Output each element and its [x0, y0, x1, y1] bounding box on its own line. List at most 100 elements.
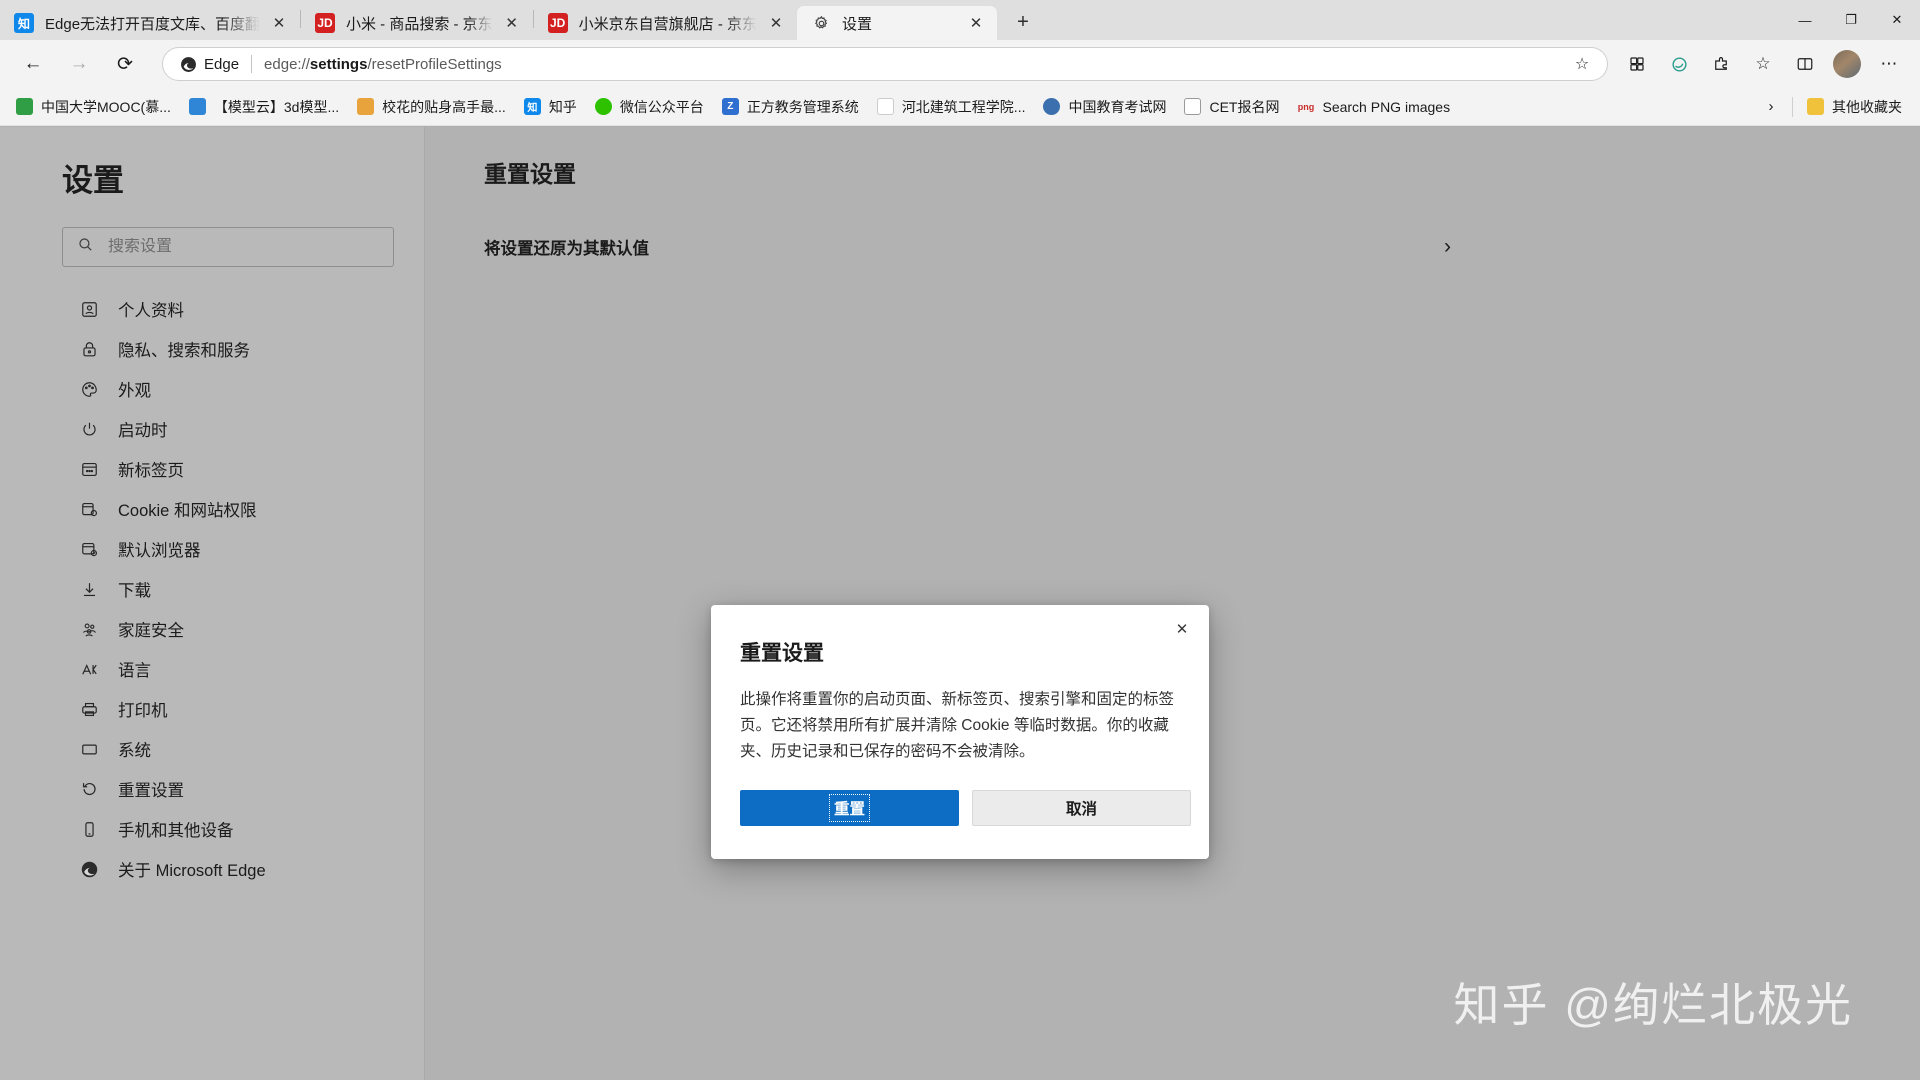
sidebar-item-languages[interactable]: 语言 [0, 649, 424, 689]
bookmark-item[interactable]: png Search PNG images [1289, 93, 1458, 121]
default-browser-icon [78, 538, 100, 560]
profile-icon [78, 298, 100, 320]
cancel-button[interactable]: 取消 [972, 790, 1191, 826]
more-icon[interactable]: ⋯ [1870, 45, 1908, 83]
bookmark-item[interactable]: 微信公众平台 [587, 93, 712, 121]
settings-nav-list: 个人资料 隐私、搜索和服务 外观 启动时 新标签页 Cookie 和网站权限 默… [0, 289, 424, 889]
sidebar-item-label: 隐私、搜索和服务 [118, 342, 250, 360]
lock-icon [78, 338, 100, 360]
minimize-button[interactable]: — [1782, 0, 1828, 40]
search-settings-box[interactable] [62, 227, 394, 267]
page-title: 设置 [62, 163, 124, 198]
sidebar-item-label: 语言 [118, 662, 151, 680]
tab-close-icon[interactable]: ✕ [499, 10, 525, 36]
family-safety-icon [78, 618, 100, 640]
close-icon[interactable]: ✕ [1167, 614, 1197, 644]
tab-close-icon[interactable]: ✕ [763, 10, 789, 36]
sidebar-item-about-edge[interactable]: 关于 Microsoft Edge [0, 849, 424, 889]
bookmark-label: CET报名网 [1209, 98, 1280, 115]
favorites-icon[interactable]: ☆ [1744, 45, 1782, 83]
tab-label: 小米 - 商品搜索 - 京东 [346, 15, 493, 33]
search-input[interactable] [108, 238, 379, 256]
edge-logo-icon [179, 55, 197, 73]
profile-avatar[interactable] [1833, 50, 1861, 78]
other-favorites-folder[interactable]: 其他收藏夹 [1799, 93, 1910, 121]
gear-icon [811, 13, 831, 33]
sidebar-item-new-tab-page[interactable]: 新标签页 [0, 449, 424, 489]
zhihu-icon: 知 [523, 98, 541, 115]
tab-0[interactable]: 知 Edge无法打开百度文库、百度翻 ✕ [0, 6, 300, 40]
reset-button[interactable]: 重置 [740, 790, 959, 826]
tab-3-active[interactable]: 设置 ✕ [797, 6, 998, 40]
reload-button[interactable]: ⟳ [106, 45, 144, 83]
neea-icon [1043, 98, 1061, 115]
tab-close-icon[interactable]: ✕ [963, 10, 989, 36]
sidebar-item-family-safety[interactable]: 家庭安全 [0, 609, 424, 649]
tab-1[interactable]: JD 小米 - 商品搜索 - 京东 ✕ [301, 6, 533, 40]
sidebar-item-reset-settings[interactable]: 重置设置 [0, 769, 424, 809]
sidebar-item-label: 关于 Microsoft Edge [118, 862, 266, 880]
bookmark-item[interactable]: 知 知乎 [516, 93, 585, 121]
copilot-icon[interactable] [1660, 45, 1698, 83]
search-icon [77, 236, 94, 258]
bookmark-item[interactable]: 中国教育考试网 [1035, 93, 1174, 121]
language-icon [78, 658, 100, 680]
sidebar-item-on-startup[interactable]: 启动时 [0, 409, 424, 449]
window-controls: — ❐ ✕ [1782, 0, 1920, 40]
bookmark-item[interactable]: 河北建筑工程学院... [869, 93, 1034, 121]
sidebar-item-downloads[interactable]: 下载 [0, 569, 424, 609]
cookie-permissions-icon [78, 498, 100, 520]
png-icon: png [1297, 101, 1315, 112]
sidebar-item-label: 家庭安全 [118, 622, 184, 640]
sidebar-item-appearance[interactable]: 外观 [0, 369, 424, 409]
close-window-button[interactable]: ✕ [1874, 0, 1920, 40]
forward-button[interactable]: → [60, 45, 98, 83]
dialog-body-text: 此操作将重置你的启动页面、新标签页、搜索引擎和固定的标签页。它还将禁用所有扩展并… [740, 691, 1175, 760]
split-screen-icon[interactable] [1786, 45, 1824, 83]
bookmark-label: Search PNG images [1322, 98, 1451, 115]
bookmark-label: 中国教育考试网 [1068, 98, 1167, 115]
back-button[interactable]: ← [14, 45, 52, 83]
jd-icon: JD [315, 13, 335, 33]
sidebar-item-label: 下载 [118, 582, 151, 600]
new-tab-button[interactable]: + [1005, 6, 1041, 38]
printer-icon [78, 698, 100, 720]
sidebar-item-cookies-permissions[interactable]: Cookie 和网站权限 [0, 489, 424, 529]
tab-close-icon[interactable]: ✕ [266, 10, 292, 36]
chevron-right-icon: › [1444, 235, 1451, 258]
bookmark-item[interactable]: 中国大学MOOC(慕... [8, 93, 179, 121]
sidebar-item-profile[interactable]: 个人资料 [0, 289, 424, 329]
bookmark-label: 【模型云】3d模型... [213, 98, 340, 115]
collections-icon[interactable] [1618, 45, 1656, 83]
sidebar-item-printers[interactable]: 打印机 [0, 689, 424, 729]
palette-icon [78, 378, 100, 400]
restore-defaults-row[interactable]: 将设置还原为其默认值 › [484, 219, 1861, 275]
dialog-actions: 重置 取消 [740, 790, 1209, 826]
other-favorites-label: 其他收藏夹 [1832, 98, 1902, 115]
mooc-icon [16, 98, 33, 115]
favorites-star-icon[interactable]: ☆ [1567, 49, 1597, 79]
bookmark-item[interactable]: Z 正方教务管理系统 [714, 93, 867, 121]
bookmarks-overflow-chevron-icon[interactable]: › [1756, 93, 1786, 121]
sidebar-item-label: 默认浏览器 [118, 542, 201, 560]
bookmark-item[interactable]: CET报名网 [1176, 93, 1287, 121]
bookmarks-bar: 中国大学MOOC(慕... 【模型云】3d模型... 校花的贴身高手最... 知… [0, 88, 1920, 126]
tab-label: 小米京东自营旗舰店 - 京东 [578, 15, 758, 33]
extensions-icon[interactable] [1702, 45, 1740, 83]
bookmark-item[interactable]: 【模型云】3d模型... [181, 93, 347, 121]
power-icon [78, 418, 100, 440]
sidebar-item-label: 打印机 [118, 702, 168, 720]
sidebar-item-phone-other-devices[interactable]: 手机和其他设备 [0, 809, 424, 849]
sidebar-item-system[interactable]: 系统 [0, 729, 424, 769]
omnibox-brand: Edge [204, 55, 240, 73]
tab-2[interactable]: JD 小米京东自营旗舰店 - 京东 ✕ [534, 6, 797, 40]
sidebar-item-label: 手机和其他设备 [118, 822, 234, 840]
maximize-button[interactable]: ❐ [1828, 0, 1874, 40]
bookmarks-separator [1792, 96, 1793, 117]
sidebar-item-privacy[interactable]: 隐私、搜索和服务 [0, 329, 424, 369]
bookmark-label: 河北建筑工程学院... [901, 98, 1026, 115]
address-bar[interactable]: Edge edge://settings/resetProfileSetting… [162, 47, 1608, 81]
settings-sidebar: 设置 个人资料 [0, 127, 425, 1080]
bookmark-item[interactable]: 校花的贴身高手最... [349, 93, 514, 121]
sidebar-item-default-browser[interactable]: 默认浏览器 [0, 529, 424, 569]
